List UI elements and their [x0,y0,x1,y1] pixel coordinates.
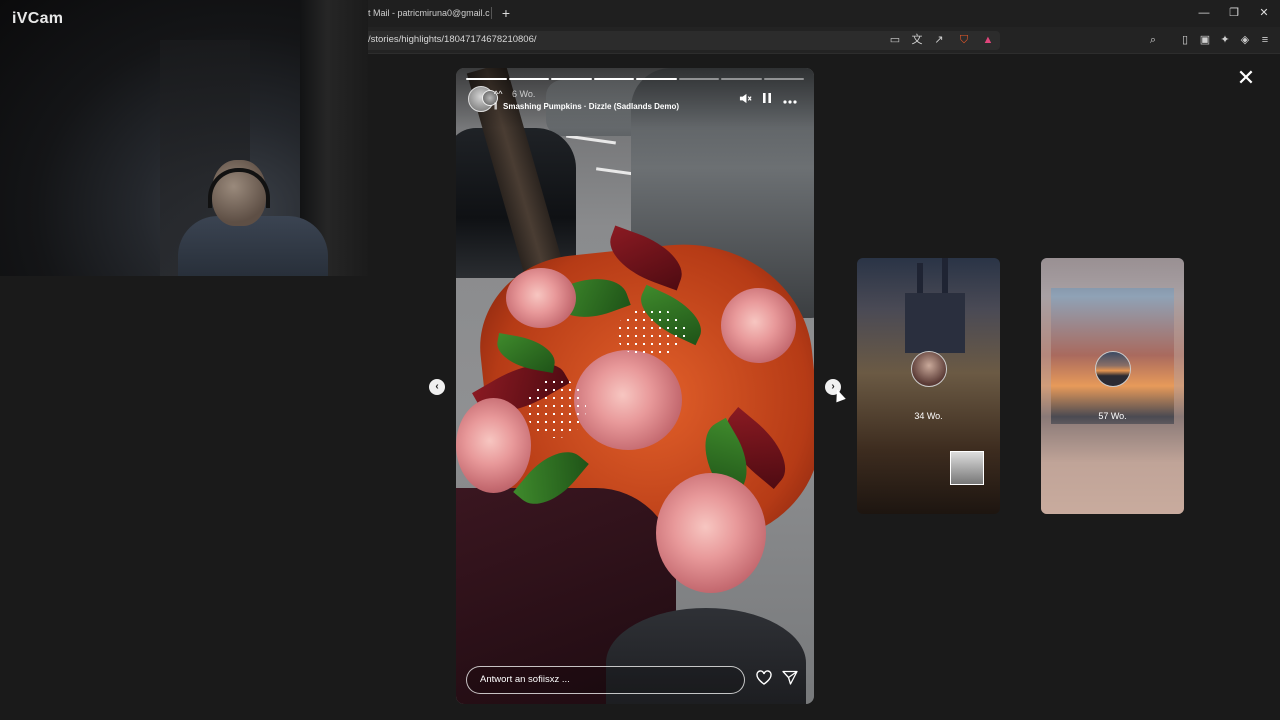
preview-avatar[interactable] [1095,351,1131,387]
window-close-button[interactable]: ✕ [1253,4,1275,22]
photo-rose [574,350,682,450]
more-icon[interactable] [781,92,799,108]
wallet-icon[interactable]: ▣ [1197,32,1213,48]
progress-segment [593,78,634,80]
previous-story-button[interactable]: ‹ [429,379,445,395]
url-text[interactable]: /stories/highlights/18047174678210806/ [368,31,537,48]
rewards-icon[interactable]: ▲ [980,32,996,48]
send-icon[interactable] [780,670,800,690]
story-progress-bar [466,78,804,80]
maximize-button[interactable]: ❐ [1223,4,1245,22]
photo-babys-breath [616,308,686,358]
photo-rose [456,398,531,493]
tab-separator [491,7,492,19]
progress-segment [551,78,592,80]
photo-rose [656,473,766,593]
close-viewer-button[interactable]: ✕ [1234,66,1258,90]
webcam-person-body [178,216,328,276]
cast-icon[interactable]: ▭ [887,32,903,48]
translate-icon[interactable]: 文 [909,32,925,48]
photo-rose [721,288,796,363]
heart-icon[interactable] [754,670,774,690]
story-preview-card[interactable]: 34 Wo. [857,258,1000,514]
brave-shield-icon[interactable]: ⛉ [956,32,972,48]
music-bars-icon: ||| [494,103,498,110]
story-preview-card[interactable]: 57 Wo. [1041,258,1184,514]
story-photo [456,68,814,704]
progress-segment [721,78,762,80]
ai-icon[interactable]: ✦ [1217,32,1233,48]
screen: t Mail - patricmiruna0@gmail.com + — ❐ ✕… [0,0,1280,720]
webcam-overlay: iVCam [0,0,368,276]
progress-segment [508,78,549,80]
road-marking [566,134,616,145]
preview-sticker [950,451,984,485]
story-song[interactable]: Smashing Pumpkins · Dizzle (Sadlands Dem… [503,102,679,111]
webcam-label: iVCam [12,10,64,27]
story-time: 6 Wo. [512,89,536,99]
progress-segment [763,78,804,80]
preview-time: 57 Wo. [1098,411,1127,421]
preview-time: 34 Wo. [914,411,943,421]
sidebar-icon[interactable]: ▯ [1177,32,1193,48]
story-username[interactable]: ^^ [494,89,502,99]
photo-babys-breath [526,378,586,438]
share-icon[interactable]: ↗ [931,32,947,48]
photo-church [905,293,965,353]
vpn-icon[interactable]: ◈ [1237,32,1253,48]
progress-segment [636,78,677,80]
minimize-button[interactable]: — [1193,4,1215,22]
tab-search-icon[interactable]: ⌕ [1145,32,1161,48]
progress-segment [678,78,719,80]
photo-rose [506,268,576,328]
reply-placeholder: Antwort an sofiisxz ... [480,674,570,685]
pause-icon[interactable] [758,92,776,108]
progress-segment [466,78,507,80]
preview-avatar[interactable] [911,351,947,387]
new-tab-button[interactable]: + [498,4,514,22]
mute-icon[interactable] [736,92,754,108]
menu-icon[interactable]: ≡ [1257,32,1273,48]
road-marking [595,167,637,176]
story-frame[interactable]: ^^ 6 Wo. ||| Smashing Pumpkins · Dizzle … [456,68,814,704]
tab-title: t Mail - patricmiruna0@gmail.com [368,8,490,18]
